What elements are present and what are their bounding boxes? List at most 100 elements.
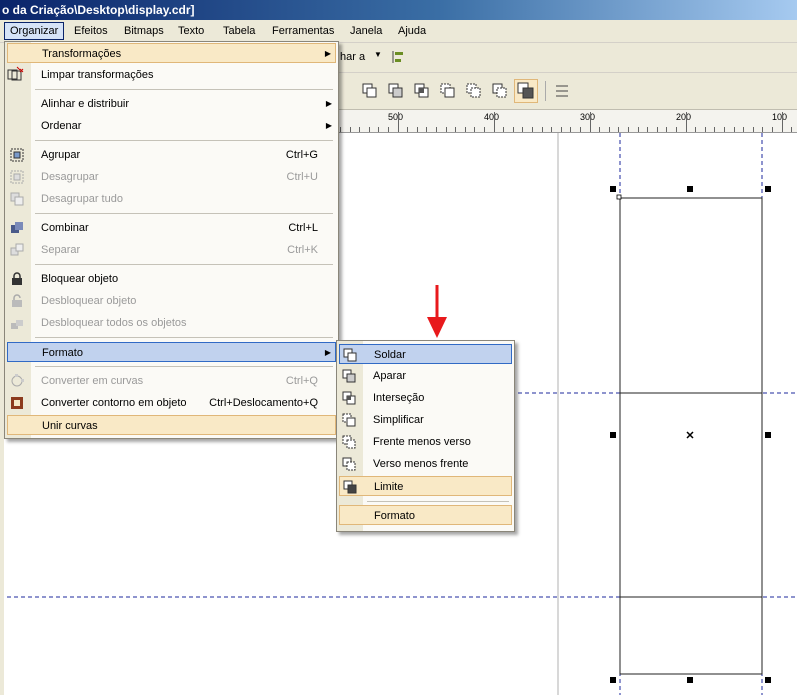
selection-handle[interactable] — [687, 677, 693, 683]
menu-item-desbloquear-todos[interactable]: Desbloquear todos os objetos — [7, 313, 336, 333]
ruler-tick — [647, 127, 648, 132]
ruler-tick — [465, 127, 466, 132]
menu-separator — [35, 366, 333, 367]
unlock-all-icon — [11, 320, 23, 329]
submenu-item-limite[interactable]: Limite — [339, 476, 512, 496]
ruler-tick — [484, 127, 485, 132]
front-minus-back-icon — [342, 435, 356, 449]
ruler-tick — [532, 127, 533, 132]
submenu-item-aparar[interactable]: Aparar — [339, 366, 512, 386]
submenu-item-formato-docker[interactable]: Formato — [339, 505, 512, 525]
menu-item-label: Simplificar — [373, 414, 424, 426]
center-x-icon[interactable] — [686, 431, 694, 439]
transform-tool-icon[interactable] — [6, 66, 22, 82]
menu-item-label: Combinar — [41, 222, 89, 234]
boundary-button[interactable] — [514, 79, 538, 103]
menu-item-formato[interactable]: Formato ▶ — [7, 342, 336, 362]
ruler-tick — [618, 127, 619, 132]
selection-handle[interactable] — [765, 186, 771, 192]
submenu-arrow-icon: ▶ — [324, 49, 331, 58]
menu-item-desbloquear-objeto[interactable]: Desbloquear objeto — [7, 291, 336, 311]
selection-handle[interactable] — [610, 677, 616, 683]
menu-item-label: Converter contorno em objeto — [41, 397, 187, 409]
ruler-tick — [791, 127, 792, 132]
lock-icon — [12, 272, 22, 285]
options-icon[interactable] — [552, 81, 572, 101]
selection-handle[interactable] — [610, 186, 616, 192]
menu-item-converter-curvas[interactable]: Converter em curvas Ctrl+Q — [7, 371, 336, 391]
node-marker[interactable] — [616, 194, 622, 200]
intersect-icon[interactable] — [412, 81, 432, 101]
menu-organizar[interactable]: Organizar — [4, 22, 65, 40]
ruler-tick — [676, 127, 677, 132]
menu-separator — [35, 213, 333, 214]
submenu-arrow-icon: ▶ — [325, 99, 332, 108]
menu-ajuda[interactable]: Ajuda — [393, 23, 431, 39]
menu-item-alinhar-distribuir[interactable]: Alinhar e distribuir ▶ — [7, 94, 336, 114]
simplify-icon[interactable] — [438, 81, 458, 101]
submenu-arrow-icon: ▶ — [324, 348, 331, 357]
back-minus-front-icon — [342, 457, 356, 471]
menu-separator — [35, 140, 333, 141]
ruler-tick — [743, 127, 744, 132]
ruler-tick — [666, 127, 667, 132]
menu-separator — [367, 501, 509, 502]
menu-item-transformacoes[interactable]: Transformações ▶ — [7, 43, 336, 63]
menu-ferramentas[interactable]: Ferramentas — [267, 23, 339, 39]
trim-icon[interactable] — [386, 81, 406, 101]
ruler-tick — [561, 127, 562, 132]
submenu-item-intersecao[interactable]: Interseção — [339, 388, 512, 408]
menu-janela[interactable]: Janela — [345, 23, 387, 39]
ruler-tick — [426, 127, 427, 132]
ruler-label: 300 — [580, 112, 596, 122]
menu-item-limpar-transformacoes[interactable]: Limpar transformações — [7, 65, 336, 85]
ruler-tick — [551, 127, 552, 132]
menu-item-converter-contorno[interactable]: Converter contorno em objeto Ctrl+Desloc… — [7, 393, 336, 413]
menu-item-shortcut: Ctrl+Deslocamento+Q — [209, 397, 318, 409]
ruler-tick — [686, 112, 687, 132]
menu-item-separar[interactable]: Separar Ctrl+K — [7, 240, 336, 260]
ruler-tick — [388, 127, 389, 132]
menu-item-shortcut: Ctrl+K — [287, 244, 318, 256]
ruler-tick — [762, 127, 763, 132]
ruler-tick — [580, 127, 581, 132]
submenu-item-verso-menos-frente[interactable]: Verso menos frente — [339, 454, 512, 474]
submenu-item-simplificar[interactable]: Simplificar — [339, 410, 512, 430]
ruler-tick — [542, 127, 543, 132]
menu-item-label: Agrupar — [41, 149, 81, 161]
break-apart-icon — [10, 243, 24, 256]
selection-handle[interactable] — [610, 432, 616, 438]
ruler-tick — [570, 127, 571, 132]
menu-item-shortcut: Ctrl+G — [285, 149, 318, 161]
toolbar-divider — [545, 81, 546, 101]
group-icon — [10, 148, 24, 162]
menu-item-agrupar[interactable]: Agrupar Ctrl+G — [7, 145, 336, 165]
menu-bitmaps[interactable]: Bitmaps — [119, 23, 169, 39]
selection-handle[interactable] — [765, 432, 771, 438]
menu-item-label: Frente menos verso — [373, 436, 471, 448]
menu-tabela[interactable]: Tabela — [218, 23, 260, 39]
menu-item-desagrupar-tudo[interactable]: Desagrupar tudo — [7, 189, 336, 209]
align-distribute-icon[interactable] — [390, 49, 406, 65]
selection-handle[interactable] — [687, 186, 693, 192]
weld-icon[interactable] — [360, 81, 380, 101]
selection-handle[interactable] — [765, 677, 771, 683]
ruler-tick — [474, 127, 475, 132]
menu-texto[interactable]: Texto — [173, 23, 209, 39]
menu-item-combinar[interactable]: Combinar Ctrl+L — [7, 218, 336, 238]
back-minus-front-icon[interactable] — [490, 81, 510, 101]
convert-outline-icon — [11, 397, 23, 409]
submenu-item-soldar[interactable]: Soldar — [339, 344, 512, 364]
menu-item-shortcut: Ctrl+U — [286, 171, 318, 183]
submenu-item-frente-menos-verso[interactable]: Frente menos verso — [339, 432, 512, 452]
front-minus-back-icon[interactable] — [464, 81, 484, 101]
menu-item-bloquear-objeto[interactable]: Bloquear objeto — [7, 269, 336, 289]
boundary-icon — [517, 82, 534, 99]
menu-item-ordenar[interactable]: Ordenar ▶ — [7, 116, 336, 136]
align-dropdown-arrow-icon[interactable]: ▼ — [374, 50, 382, 59]
menu-efeitos[interactable]: Efeitos — [69, 23, 113, 39]
menu-item-label: Separar — [41, 244, 81, 256]
menu-item-unir-curvas[interactable]: Unir curvas — [7, 415, 336, 435]
menu-item-desagrupar[interactable]: Desagrupar Ctrl+U — [7, 167, 336, 187]
ruler-tick — [782, 112, 783, 132]
